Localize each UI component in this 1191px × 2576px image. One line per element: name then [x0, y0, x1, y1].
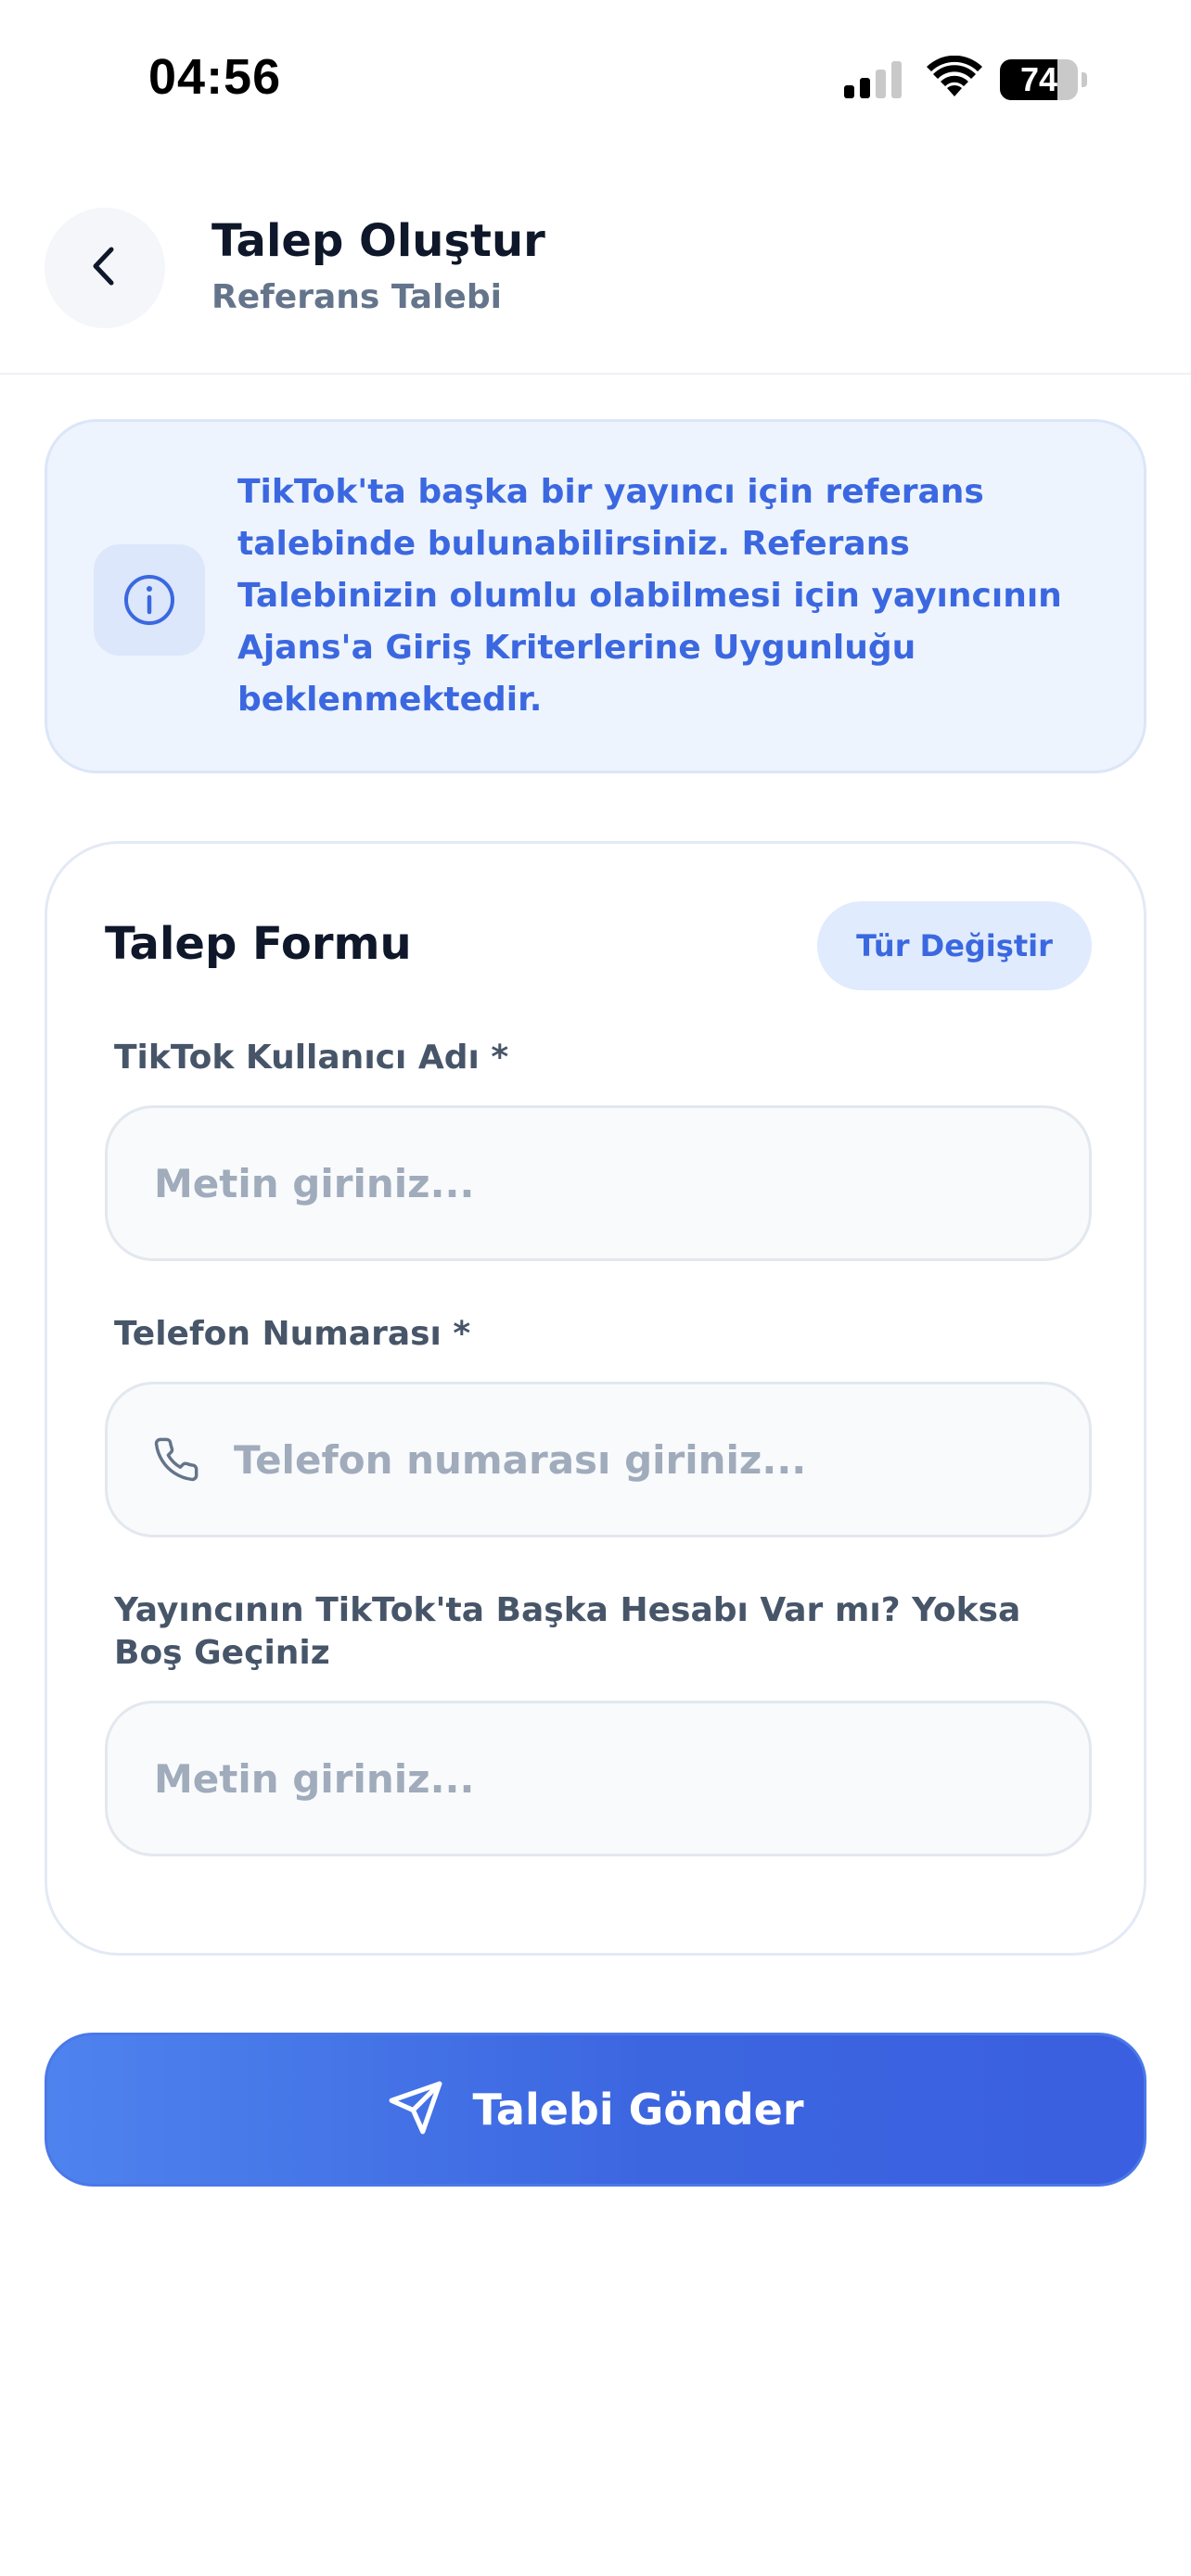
- other-account-placeholder: Metin giriniz...: [154, 1755, 475, 1802]
- page-title: Talep Oluştur: [211, 215, 545, 267]
- info-text: TikTok'ta başka bir yayıncı için referan…: [237, 473, 1062, 719]
- chevron-left-icon: [86, 244, 123, 292]
- wifi-icon: [926, 55, 983, 104]
- tiktok-username-placeholder: Metin giriniz...: [154, 1160, 475, 1206]
- change-type-button[interactable]: Tür Değiştir: [817, 901, 1092, 990]
- header: Talep Oluştur Referans Talebi: [0, 185, 1191, 375]
- request-form: Talep Formu Tür Değiştir TikTok Kullanıc…: [45, 841, 1146, 1956]
- other-account-label: Yayıncının TikTok'ta Başka Hesabı Var mı…: [114, 1591, 1021, 1672]
- status-bar: 04:56 74: [0, 0, 1191, 139]
- battery-icon: 74: [1000, 59, 1087, 100]
- tiktok-username-label: TikTok Kullanıcı Adı *: [114, 1039, 509, 1077]
- form-title: Talep Formu: [105, 918, 412, 970]
- battery-level: 74: [1019, 60, 1058, 98]
- phone-icon: [152, 1435, 200, 1484]
- info-icon: [94, 544, 205, 656]
- phone-number-label: Telefon Numarası *: [114, 1315, 471, 1353]
- other-account-input[interactable]: Metin giriniz...: [105, 1701, 1092, 1856]
- phone-number-placeholder: Telefon numarası giriniz...: [234, 1436, 807, 1483]
- info-banner: TikTok'ta başka bir yayıncı için referan…: [45, 419, 1146, 773]
- signal-icon: [842, 59, 905, 102]
- submit-label: Talebi Gönder: [472, 2085, 804, 2135]
- phone-number-input[interactable]: Telefon numarası giriniz...: [105, 1382, 1092, 1537]
- back-button[interactable]: [45, 208, 165, 328]
- submit-request-button[interactable]: Talebi Gönder: [45, 2033, 1146, 2187]
- page-subtitle: Referans Talebi: [211, 278, 502, 316]
- tiktok-username-input[interactable]: Metin giriniz...: [105, 1105, 1092, 1261]
- status-time: 04:56: [148, 49, 282, 105]
- send-icon: [387, 2079, 444, 2140]
